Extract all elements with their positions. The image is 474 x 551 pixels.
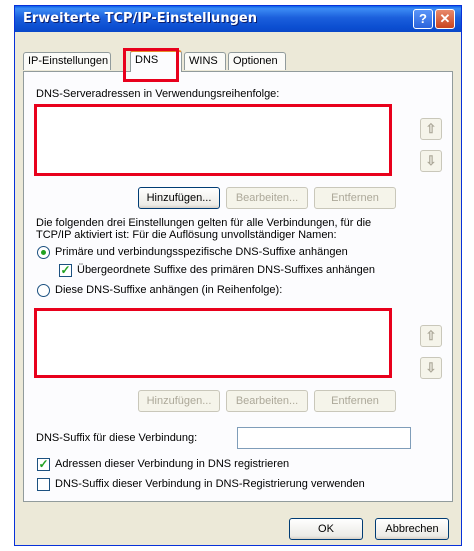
checkbox-parent-suffixes[interactable]: ✓ bbox=[59, 264, 72, 277]
radio-append-suffixes-label: Diese DNS-Suffixe anhängen (in Reihenfol… bbox=[55, 284, 283, 296]
dns-tab-panel: DNS-Serveradressen in Verwendungsreihenf… bbox=[23, 71, 453, 502]
checkmark-icon: ✓ bbox=[60, 263, 71, 277]
checkbox-register-addresses[interactable]: ✓ bbox=[37, 458, 50, 471]
connection-suffix-label: DNS-Suffix für diese Verbindung: bbox=[36, 432, 198, 444]
info-text-line1: Die folgenden drei Einstellungen gelten … bbox=[36, 217, 372, 229]
connection-suffix-input[interactable] bbox=[237, 427, 411, 449]
window-title: Erweiterte TCP/IP-Einstellungen bbox=[23, 11, 257, 26]
tab-options[interactable]: Optionen bbox=[228, 52, 286, 70]
help-button[interactable]: ? bbox=[413, 9, 433, 29]
advanced-tcpip-dialog: Erweiterte TCP/IP-Einstellungen ? ✕ IP-E… bbox=[14, 5, 462, 546]
checkbox-parent-suffixes-label: Übergeordnete Suffixe des primären DNS-S… bbox=[77, 264, 375, 276]
radio-primary-suffixes-label: Primäre und verbindungsspezifische DNS-S… bbox=[55, 246, 348, 258]
tab-wins[interactable]: WINS bbox=[184, 52, 226, 70]
dns-tab-highlight bbox=[123, 48, 179, 82]
edit-dns-server-button[interactable]: Bearbeiten... bbox=[226, 187, 308, 209]
checkmark-icon: ✓ bbox=[38, 457, 49, 471]
suffix-move-up-button[interactable]: ⇧ bbox=[420, 325, 442, 347]
title-bar[interactable]: Erweiterte TCP/IP-Einstellungen ? ✕ bbox=[15, 6, 461, 32]
add-dns-server-button[interactable]: Hinzufügen... bbox=[138, 187, 220, 209]
radio-primary-suffixes[interactable] bbox=[37, 246, 50, 259]
move-down-button[interactable]: ⇩ bbox=[420, 150, 442, 172]
checkbox-use-suffix-registration[interactable] bbox=[37, 478, 50, 491]
add-suffix-button[interactable]: Hinzufügen... bbox=[138, 390, 220, 412]
move-up-button[interactable]: ⇧ bbox=[420, 118, 442, 140]
arrow-up-icon: ⇧ bbox=[425, 328, 437, 343]
info-text-line2: TCP/IP aktiviert ist: Für die Auflösung … bbox=[36, 229, 337, 241]
checkbox-use-suffix-registration-label: DNS-Suffix dieser Verbindung in DNS-Regi… bbox=[55, 478, 365, 490]
arrow-up-icon: ⇧ bbox=[425, 121, 437, 136]
dns-suffix-listbox[interactable] bbox=[34, 308, 392, 378]
dns-server-list-label: DNS-Serveradressen in Verwendungsreihenf… bbox=[36, 88, 280, 100]
checkbox-register-addresses-label: Adressen dieser Verbindung in DNS regist… bbox=[55, 458, 290, 470]
suffix-move-down-button[interactable]: ⇩ bbox=[420, 357, 442, 379]
arrow-down-icon: ⇩ bbox=[425, 153, 437, 168]
radio-selected-dot bbox=[41, 250, 46, 255]
tab-ip-settings[interactable]: IP-Einstellungen bbox=[23, 52, 111, 70]
arrow-down-icon: ⇩ bbox=[425, 360, 437, 375]
remove-dns-server-button[interactable]: Entfernen bbox=[314, 187, 396, 209]
edit-suffix-button[interactable]: Bearbeiten... bbox=[226, 390, 308, 412]
cancel-button[interactable]: Abbrechen bbox=[375, 518, 449, 540]
ok-button[interactable]: OK bbox=[289, 518, 363, 540]
radio-append-suffixes[interactable] bbox=[37, 284, 50, 297]
close-button[interactable]: ✕ bbox=[435, 9, 455, 29]
remove-suffix-button[interactable]: Entfernen bbox=[314, 390, 396, 412]
dns-server-listbox[interactable] bbox=[34, 104, 392, 176]
